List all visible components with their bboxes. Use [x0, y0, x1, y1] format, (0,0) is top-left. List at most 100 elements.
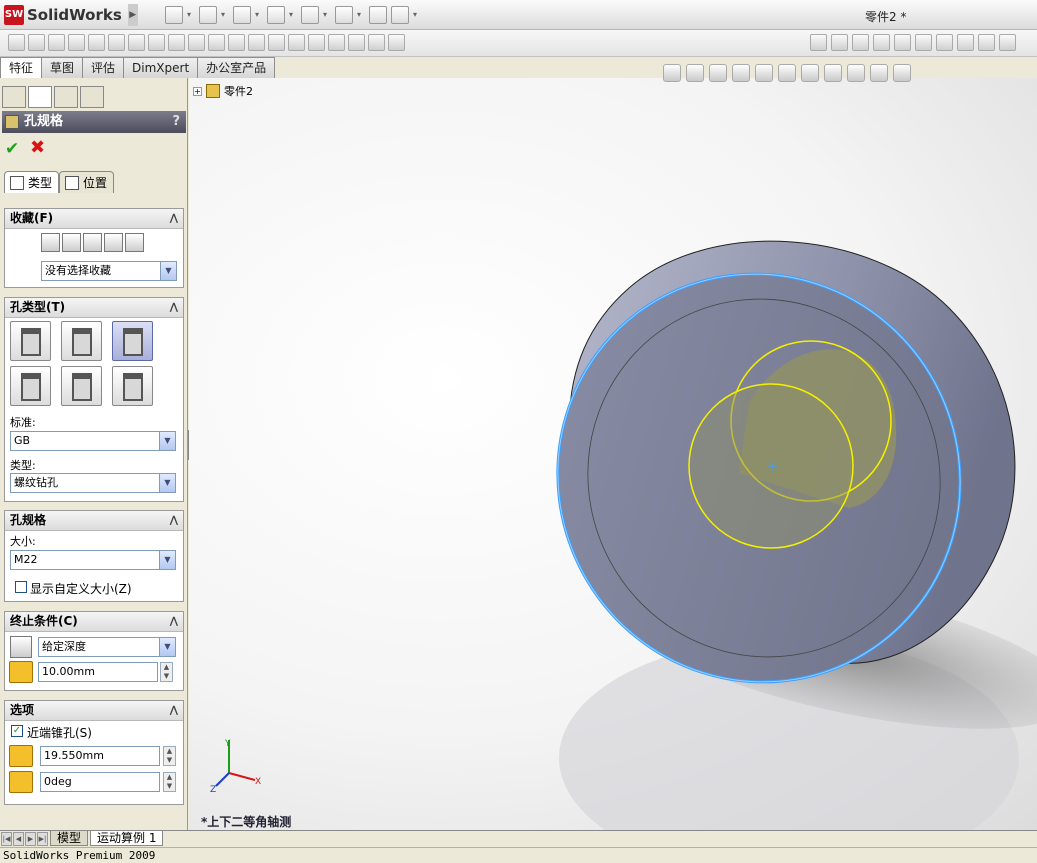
menu-expand-arrow[interactable]: ▶: [127, 4, 138, 26]
view-orientation-icon[interactable]: [778, 64, 796, 82]
edit-appearance-icon[interactable]: [847, 64, 865, 82]
end-condition-header[interactable]: 终止条件(C) ⋀: [5, 612, 183, 632]
depth-spinner[interactable]: ▲ ▼: [160, 662, 173, 682]
tab-position[interactable]: 位置: [59, 171, 115, 193]
configuration-manager-tab-icon[interactable]: [54, 86, 78, 108]
draft-icon[interactable]: [228, 34, 245, 51]
countersink-diameter-input[interactable]: 19.550mm: [40, 746, 160, 766]
circular-pattern-icon[interactable]: [268, 34, 285, 51]
hole-type-header[interactable]: 孔类型(T) ⋀: [5, 298, 183, 318]
tapered-tap-button[interactable]: [61, 366, 102, 406]
check-icon[interactable]: [894, 34, 911, 51]
rib-icon[interactable]: [188, 34, 205, 51]
tab-sketch[interactable]: 草图: [41, 57, 84, 78]
extrude-cut-icon[interactable]: [88, 34, 105, 51]
shell-icon[interactable]: [208, 34, 225, 51]
fillet-icon[interactable]: [148, 34, 165, 51]
rebuild-icon[interactable]: [369, 6, 387, 24]
previous-view-icon[interactable]: [709, 64, 727, 82]
help-button[interactable]: ?: [172, 111, 180, 133]
dimxpert-manager-tab-icon[interactable]: [80, 86, 104, 108]
hole-spec-header[interactable]: 孔规格 ⋀: [5, 511, 183, 531]
prev-tab-icon[interactable]: ◀: [13, 832, 24, 846]
hole-button[interactable]: [112, 321, 153, 361]
add-favorite-icon[interactable]: [62, 233, 81, 252]
tab-type[interactable]: 类型: [4, 171, 60, 193]
reverse-direction-button[interactable]: [10, 636, 32, 658]
size-select[interactable]: M22 ▼: [10, 550, 176, 570]
chevron-down-icon[interactable]: ▼: [160, 262, 176, 280]
geometry-analysis-icon[interactable]: [915, 34, 932, 51]
first-tab-icon[interactable]: |◀: [1, 832, 12, 846]
tab-dimxpert[interactable]: DimXpert: [123, 57, 199, 78]
collapse-icon[interactable]: ⋀: [170, 701, 178, 720]
collapse-icon[interactable]: ⋀: [170, 298, 178, 317]
zoom-area-icon[interactable]: [686, 64, 704, 82]
property-manager-tab-icon[interactable]: [28, 86, 52, 108]
spell-check-icon[interactable]: [810, 34, 827, 51]
end-condition-select[interactable]: 给定深度 ▼: [38, 637, 176, 657]
chevron-down-icon[interactable]: ▼: [159, 638, 175, 656]
print-dropdown-icon[interactable]: ▾: [289, 6, 297, 24]
app-logo[interactable]: SW SolidWorks ▶: [4, 4, 138, 26]
dome-icon[interactable]: [308, 34, 325, 51]
legacy-hole-button[interactable]: [112, 366, 153, 406]
countersink-button[interactable]: [61, 321, 102, 361]
undo-icon[interactable]: [301, 6, 319, 24]
section-properties-icon[interactable]: [873, 34, 890, 51]
zoom-to-fit-icon[interactable]: [663, 64, 681, 82]
save-favorite-icon[interactable]: [104, 233, 123, 252]
near-countersink-checkbox[interactable]: ✓: [11, 725, 23, 737]
options-icon[interactable]: [391, 6, 409, 24]
tab-motion-study[interactable]: 运动算例 1: [90, 831, 164, 846]
hole-wizard-icon[interactable]: [128, 34, 145, 51]
view-settings-icon[interactable]: [893, 64, 911, 82]
mirror-icon[interactable]: [288, 34, 305, 51]
open-dropdown-icon[interactable]: ▾: [221, 6, 229, 24]
collapse-icon[interactable]: ⋀: [170, 209, 178, 228]
reference-geometry-icon[interactable]: [368, 34, 385, 51]
new-file-icon[interactable]: [165, 6, 183, 24]
tab-office-products[interactable]: 办公室产品: [197, 57, 276, 78]
revolve-boss-icon[interactable]: [28, 34, 45, 51]
favorites-select[interactable]: 没有选择收藏 ▼: [41, 261, 177, 281]
undo-dropdown-icon[interactable]: ▾: [323, 6, 331, 24]
next-tab-icon[interactable]: ▶: [25, 832, 36, 846]
save-icon[interactable]: [233, 6, 251, 24]
collapse-icon[interactable]: ⋀: [170, 612, 178, 631]
custom-size-checkbox[interactable]: ✓: [15, 581, 27, 593]
new-dropdown-icon[interactable]: ▾: [187, 6, 195, 24]
print-icon[interactable]: [267, 6, 285, 24]
load-favorite-icon[interactable]: [125, 233, 144, 252]
measure-icon[interactable]: [831, 34, 848, 51]
standard-select[interactable]: GB ▼: [10, 431, 176, 451]
cancel-button[interactable]: ✖: [30, 137, 45, 158]
wrap-icon[interactable]: [328, 34, 345, 51]
sum-icon[interactable]: [936, 34, 953, 51]
loft-icon[interactable]: [68, 34, 85, 51]
mass-properties-icon[interactable]: [852, 34, 869, 51]
chevron-down-icon[interactable]: ▼: [159, 432, 175, 450]
feature-manager-tab-icon[interactable]: [2, 86, 26, 108]
display-style-icon[interactable]: [801, 64, 819, 82]
deviation-icon[interactable]: [978, 34, 995, 51]
select-dropdown-icon[interactable]: ▾: [357, 6, 365, 24]
tab-features[interactable]: 特征: [0, 57, 43, 79]
graphics-area[interactable]: + 零件2 Y X Z *上下二等角轴测: [189, 78, 1037, 830]
options-dropdown-icon[interactable]: ▾: [413, 6, 421, 24]
diameter-spinner[interactable]: ▲ ▼: [163, 746, 176, 766]
collapse-icon[interactable]: ⋀: [170, 511, 178, 530]
curves-icon[interactable]: [348, 34, 365, 51]
chevron-down-icon[interactable]: ▼: [159, 474, 175, 492]
tab-model[interactable]: 模型: [50, 831, 89, 846]
sweep-icon[interactable]: [48, 34, 65, 51]
options-header[interactable]: 选项 ⋀: [5, 701, 183, 721]
select-cursor-icon[interactable]: [335, 6, 353, 24]
favorites-header[interactable]: 收藏(F) ⋀: [5, 209, 183, 229]
chevron-down-icon[interactable]: ▼: [159, 551, 175, 569]
tab-evaluate[interactable]: 评估: [82, 57, 125, 78]
linear-pattern-icon[interactable]: [248, 34, 265, 51]
chamfer-icon[interactable]: [168, 34, 185, 51]
section-view-icon[interactable]: [732, 64, 750, 82]
apply-scene-icon[interactable]: [870, 64, 888, 82]
